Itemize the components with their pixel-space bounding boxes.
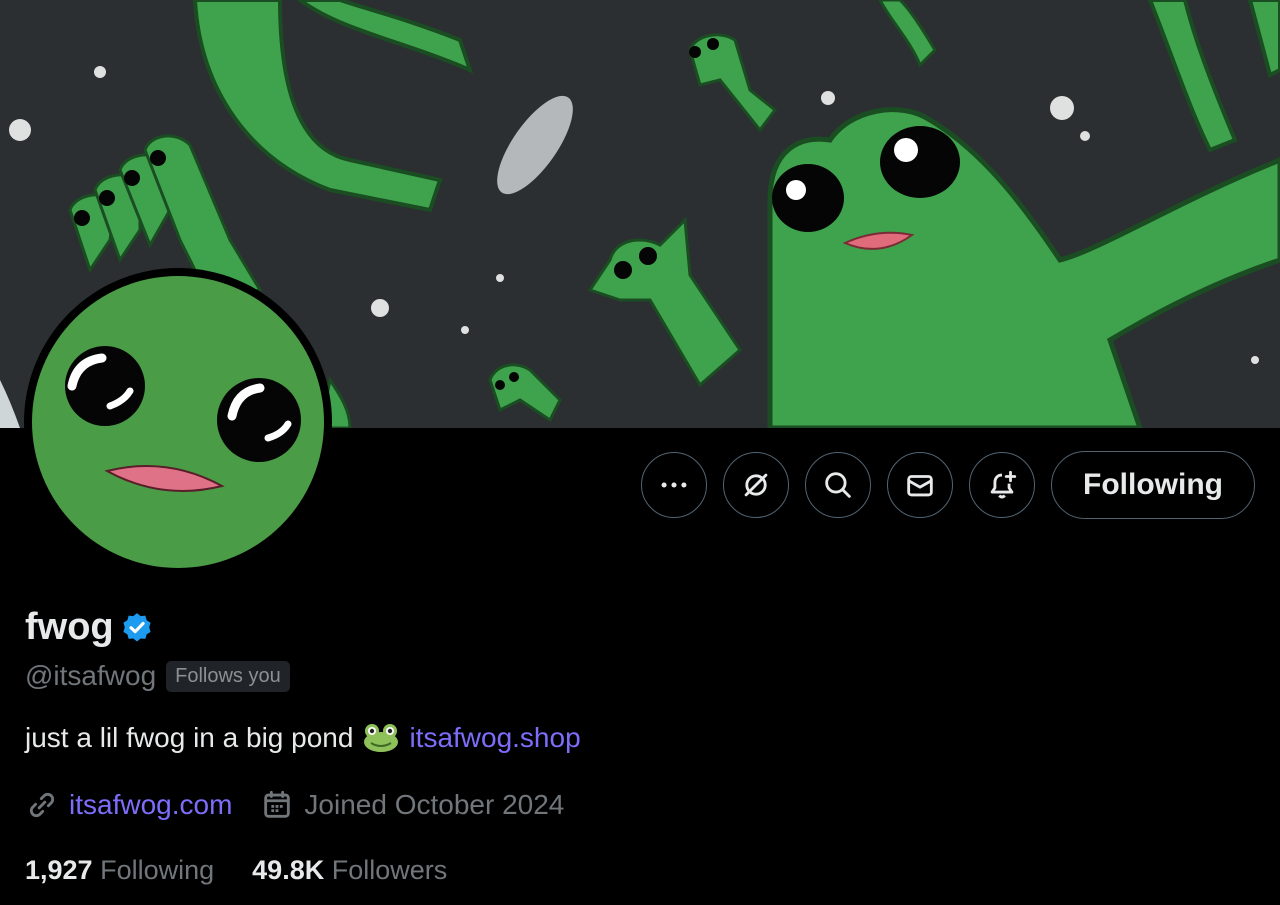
profile-meta: itsafwog.com Joined October 2024 <box>25 788 564 822</box>
follow-stats: 1,927 Following 49.8K Followers <box>25 855 447 886</box>
search-icon <box>825 472 851 498</box>
profile-actions: Following <box>641 451 1255 519</box>
bio-text: just a lil fwog in a big pond <box>25 722 354 753</box>
following-button[interactable]: Following <box>1051 451 1255 519</box>
handle-row: @itsafwog Follows you <box>25 660 290 692</box>
verified-badge-icon[interactable] <box>120 611 154 645</box>
more-button[interactable] <box>641 452 708 518</box>
search-button[interactable] <box>805 452 872 518</box>
followers-label: Followers <box>331 855 448 885</box>
following-label: Following <box>100 855 215 885</box>
avatar-image <box>32 276 324 568</box>
link-icon <box>29 792 55 818</box>
follows-you-badge: Follows you <box>166 660 290 692</box>
bell-plus-icon <box>990 470 1017 499</box>
envelope-icon <box>907 475 933 497</box>
ellipsis-icon <box>661 482 687 488</box>
display-name: fwog <box>25 606 114 648</box>
grok-icon <box>744 473 768 497</box>
website-link[interactable]: itsafwog.com <box>69 789 232 821</box>
followers-count: 49.8K <box>252 855 325 885</box>
following-stat[interactable]: 1,927 Following <box>25 855 214 886</box>
calendar-icon <box>264 790 291 818</box>
notifications-button[interactable] <box>969 452 1036 518</box>
profile-name-row: fwog <box>25 606 154 649</box>
bio-link[interactable]: itsafwog.shop <box>409 722 580 754</box>
message-button[interactable] <box>887 452 954 518</box>
following-count: 1,927 <box>25 855 93 885</box>
frog-emoji-icon <box>364 724 399 752</box>
grok-button[interactable] <box>723 452 790 518</box>
followers-stat[interactable]: 49.8K Followers <box>252 855 447 886</box>
handle: @itsafwog <box>25 660 157 691</box>
avatar[interactable] <box>24 268 332 576</box>
bio: just a lil fwog in a big pond itsafwog.s… <box>25 722 581 754</box>
joined-date: Joined October 2024 <box>304 789 565 820</box>
